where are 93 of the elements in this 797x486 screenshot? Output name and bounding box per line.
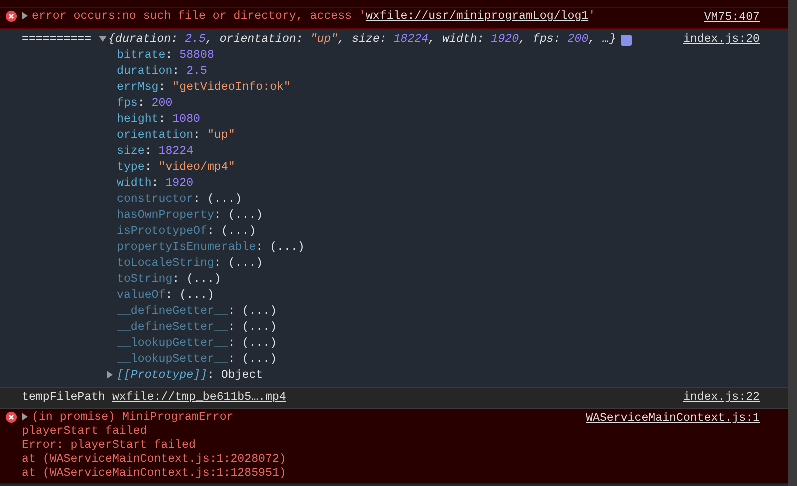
separator: :	[144, 161, 153, 174]
separator: :	[214, 209, 222, 222]
separator: :	[166, 289, 174, 302]
property-name: bitrate	[117, 49, 166, 62]
property-name: constructor	[117, 193, 194, 206]
separator: :	[172, 65, 181, 78]
source-link[interactable]: WAServiceMainContext.js:1	[586, 411, 760, 427]
property-value: 58808	[180, 49, 214, 62]
separator: :	[228, 353, 236, 366]
property-name: __lookupSetter__	[117, 353, 228, 366]
stack-trace-line: at (WAServiceMainContext.js:1:2028072)	[22, 453, 288, 467]
property-name: size	[117, 145, 145, 158]
property-value: "up"	[207, 129, 236, 142]
property-value[interactable]: (...)	[242, 353, 278, 366]
number-value: 18224	[394, 32, 429, 48]
number-value: 1920	[491, 32, 520, 48]
log-prefix: ==========	[22, 32, 93, 48]
info-icon[interactable]	[620, 34, 632, 46]
separator: :	[152, 177, 160, 190]
property-name: duration	[117, 65, 173, 78]
property-value: 2.5	[186, 65, 208, 78]
property-name: propertyIsEnumerable	[117, 241, 256, 254]
property-name: toLocaleString	[117, 257, 214, 270]
object-summary-text: , fps:	[519, 32, 562, 48]
file-link[interactable]: wxfile://usr/miniprogramLog/log1	[366, 10, 589, 24]
property-name: toString	[117, 273, 173, 286]
log-message-text: tempFilePath	[22, 391, 106, 404]
object-summary-text: , …}	[588, 32, 617, 48]
property-name: type	[117, 161, 145, 174]
separator: :	[228, 321, 236, 334]
separator: :	[166, 49, 174, 62]
property-value[interactable]: (...)	[207, 193, 242, 206]
error-icon	[6, 11, 17, 22]
separator: :	[228, 337, 236, 350]
error-message-text: error occurs:no such file or directory, access '	[32, 10, 366, 24]
object-summary-text: , size:	[338, 32, 388, 48]
property-value[interactable]: (...)	[242, 337, 278, 350]
property-value: 200	[152, 97, 173, 110]
property-name: __defineSetter__	[117, 321, 228, 334]
property-name: __defineGetter__	[117, 305, 228, 318]
property-name: __lookupGetter__	[117, 337, 228, 350]
property-value: 1920	[166, 177, 194, 190]
object-summary-text: {duration:	[108, 32, 180, 48]
prototype-name[interactable]: [[Prototype]]	[117, 368, 208, 384]
property-value[interactable]: (...)	[186, 273, 222, 286]
number-value: 200	[568, 32, 589, 48]
property-value: 18224	[158, 145, 194, 158]
property-value[interactable]: (...)	[228, 209, 264, 222]
number-value: 2.5	[185, 32, 206, 48]
source-link[interactable]: VM75:407	[704, 10, 760, 26]
source-link[interactable]: index.js:22	[683, 390, 760, 406]
object-summary-text: , orientation:	[206, 32, 304, 48]
separator: :	[214, 257, 222, 270]
stack-trace-line: at (WAServiceMainContext.js:1:1285951)	[22, 467, 288, 481]
property-name: width	[117, 177, 152, 190]
separator: :	[194, 193, 202, 206]
separator: :	[172, 273, 181, 286]
property-value[interactable]: (...)	[270, 241, 305, 254]
property-value[interactable]: (...)	[242, 321, 278, 334]
property-name: isPrototypeOf	[117, 225, 208, 238]
string-value: "up"	[310, 32, 338, 48]
separator: :	[144, 145, 153, 158]
property-value[interactable]: (...)	[242, 305, 278, 318]
separator: :	[228, 305, 236, 318]
property-name: hasOwnProperty	[117, 209, 214, 222]
property-name: orientation	[117, 129, 194, 142]
source-link[interactable]: index.js:20	[683, 32, 760, 48]
property-value: "getVideoInfo:ok"	[172, 81, 291, 94]
error-icon	[6, 412, 17, 423]
object-summary-text: , width:	[428, 32, 486, 48]
property-value: "video/mp4"	[158, 161, 236, 174]
separator: :	[256, 241, 264, 254]
prototype-value: Object	[221, 368, 264, 384]
property-value: 1080	[172, 113, 201, 126]
property-name: errMsg	[117, 81, 159, 94]
property-name: height	[117, 113, 159, 126]
property-name: fps	[117, 97, 138, 110]
stack-trace-line: playerStart failed	[22, 425, 148, 439]
property-name: valueOf	[117, 289, 166, 302]
error-message-text: '	[588, 10, 596, 24]
separator: :	[158, 81, 167, 94]
error-message-text: (in promise) MiniProgramError	[32, 411, 234, 425]
scrollbar[interactable]	[788, 0, 797, 486]
property-value[interactable]: (...)	[221, 225, 256, 238]
property-value[interactable]: (...)	[228, 257, 264, 270]
separator: :	[207, 225, 216, 238]
separator: :	[138, 97, 146, 110]
file-link[interactable]: wxfile://tmp_be611b5….mp4	[112, 391, 286, 404]
property-value[interactable]: (...)	[180, 289, 214, 302]
stack-trace-line: Error: playerStart failed	[22, 439, 197, 453]
separator: :	[207, 368, 216, 384]
separator: :	[194, 129, 202, 142]
separator: :	[158, 113, 167, 126]
